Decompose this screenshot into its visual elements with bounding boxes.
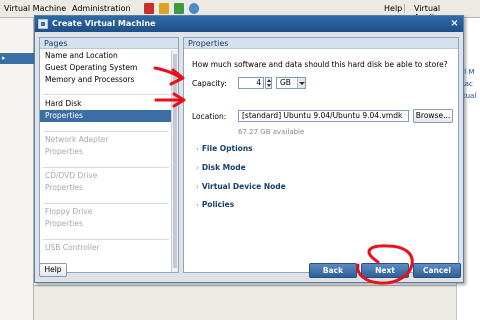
section-disk-mode[interactable]: › Disk Mode (196, 163, 246, 172)
pages-divider (43, 239, 169, 240)
location-label: Location: (192, 112, 227, 121)
close-icon[interactable]: × (449, 18, 460, 29)
page-floppy-properties: Properties (45, 219, 83, 228)
capacity-unit-select[interactable]: GB (276, 77, 306, 89)
page-network-adapter: Network Adapter (45, 135, 109, 144)
next-button[interactable]: Next (361, 263, 409, 278)
properties-panel: Properties How much software and data sh… (183, 37, 459, 273)
page-guest-os[interactable]: Guest Operating System (40, 62, 172, 74)
refresh-icon[interactable] (189, 3, 199, 14)
pause-icon[interactable] (159, 3, 169, 14)
capacity-unit-value: GB (280, 78, 291, 87)
properties-header: Properties (184, 38, 458, 49)
menu-administration[interactable]: Administration (72, 4, 131, 13)
page-memory-processors[interactable]: Memory and Processors (40, 74, 172, 86)
section-virtual-device-node[interactable]: › Virtual Device Node (196, 182, 286, 191)
app-bottom-area (34, 285, 456, 320)
page-floppy-drive: Floppy Drive (45, 207, 93, 216)
section-policies[interactable]: › Policies (196, 200, 234, 209)
page-name-location[interactable]: Name and Location (40, 50, 172, 62)
inventory-item-label: ▸ (2, 54, 6, 62)
menu-help[interactable]: Help (384, 4, 402, 13)
section-file-options[interactable]: › File Options (196, 144, 253, 153)
page-usb-controller: USB Controller (45, 243, 100, 252)
location-input[interactable]: [standard] Ubuntu 9.04/Ubuntu 9.04.vmdk (238, 110, 409, 122)
help-button[interactable]: Help (39, 263, 67, 277)
capacity-input[interactable]: 4 (238, 77, 264, 89)
capacity-spinner[interactable] (265, 77, 272, 89)
menu-divider (404, 4, 405, 13)
pages-divider (43, 203, 169, 204)
page-network-properties: Properties (45, 147, 83, 156)
section-label: File Options (201, 144, 253, 153)
page-hard-disk[interactable]: Hard Disk (40, 98, 172, 110)
chevron-right-icon: › (196, 145, 199, 153)
pages-scrollbar[interactable] (171, 50, 178, 272)
cancel-button[interactable]: Cancel (413, 263, 461, 278)
chevron-down-icon[interactable] (297, 78, 305, 88)
pages-divider (43, 167, 169, 168)
chevron-right-icon: › (196, 164, 199, 172)
pages-divider (43, 131, 169, 132)
inventory-pane: ▸ (0, 18, 34, 320)
chevron-right-icon: › (196, 201, 199, 209)
pages-panel: Pages Name and Location Guest Operating … (39, 37, 179, 273)
back-button[interactable]: Back (309, 263, 357, 278)
dialog-title: Create Virtual Machine (52, 19, 156, 28)
pages-list: Name and Location Guest Operating System… (40, 50, 172, 272)
capacity-label: Capacity: (192, 79, 227, 88)
page-cd-dvd-properties: Properties (45, 183, 83, 192)
capacity-question: How much software and data should this h… (192, 60, 448, 69)
available-space: 67.27 GB available (238, 128, 305, 136)
section-label: Policies (201, 200, 235, 209)
section-label: Disk Mode (201, 163, 246, 172)
section-label: Virtual Device Node (201, 182, 286, 191)
dialog-titlebar[interactable]: Create Virtual Machine × (35, 16, 463, 32)
menu-virtual-machine[interactable]: Virtual Machine (4, 4, 66, 13)
play-icon[interactable] (174, 3, 184, 14)
scrollbar-thumb[interactable] (173, 54, 177, 268)
vm-icon (38, 19, 48, 29)
stop-icon[interactable] (144, 3, 154, 14)
browse-button[interactable]: Browse... (413, 109, 453, 123)
chevron-right-icon: › (196, 183, 199, 191)
create-vm-dialog: Create Virtual Machine × Pages Name and … (34, 15, 464, 283)
pages-divider (43, 94, 169, 95)
page-hard-disk-properties[interactable]: Properties (40, 110, 172, 122)
pages-header: Pages (40, 38, 178, 49)
inventory-selected-item[interactable]: ▸ (0, 53, 34, 64)
page-cd-dvd-drive: CD/DVD Drive (45, 171, 98, 180)
